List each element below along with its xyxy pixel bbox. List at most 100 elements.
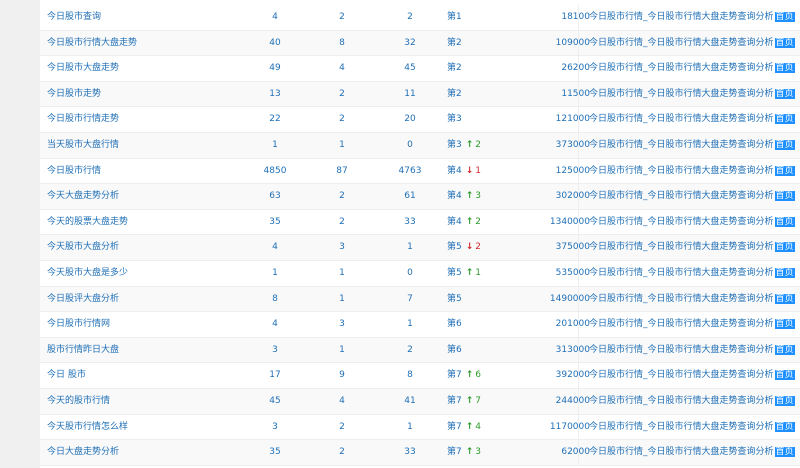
rank-text: 第6 [447,344,462,355]
table-row: 今日股市走势 13 2 11 第2 11500 今日股市行情_今日股市行情大盘走势查询分析首… [40,81,800,108]
page-title-link[interactable]: 今日股市行情_今日股市行情大盘走势查询分析 首页 [589,133,800,159]
home-badge[interactable]: 首页 [774,165,795,176]
home-badge[interactable]: 首页 [774,396,795,406]
keyword-link[interactable]: 今天股市大盘分析 [47,235,227,261]
page-title-link[interactable]: 今日股市行情_今日股市行情大盘走势查询分析 首页 [589,56,800,82]
title-text[interactable]: 今日股市行情_今日股市行情大盘走势查询分析 [589,89,774,99]
title-text[interactable]: 今日股市行情_今日股市行情大盘走势查询分析 [589,370,774,380]
home-badge[interactable]: 首页 [774,370,795,381]
title-text[interactable]: 今日股市行情_今日股市行情大盘走势查询分析 [589,422,774,432]
stat-pc: 1 [339,268,345,278]
home-badge[interactable]: 首页 [774,216,795,227]
home-badge[interactable]: 首页 [774,242,795,253]
keyword-link[interactable]: 今日 股市 [47,363,227,389]
keyword-link[interactable]: 股市行情昨日大盘 [47,338,227,364]
home-badge[interactable]: 首页 [774,88,795,99]
keyword-link[interactable]: 今天的股市行情 [47,389,227,415]
keyword-link[interactable]: 今日股市行情网 [47,312,227,338]
page-title-link[interactable]: 今日股市行情_今日股市行情大盘走势查询分析 首页 [589,389,800,415]
page-title-link[interactable]: 今日股市行情_今日股市行情大盘走势查询分析 首页 [589,5,800,31]
keyword-link[interactable]: 今日股市大盘走势 [47,56,227,82]
keyword-link[interactable]: 今日股市查询 [47,5,227,31]
title-text[interactable]: 今日股市行情_今日股市行情大盘走势查询分析 [589,242,774,252]
rank-text: 第7 [447,396,462,406]
stat-pc: 2 [339,12,345,22]
home-badge[interactable]: 首页 [774,12,795,22]
keyword-link[interactable]: 今天大盘走势分析 [47,184,227,210]
home-badge[interactable]: 首页 [774,191,795,202]
page-title-link[interactable]: 今日股市行情_今日股市行情大盘走势查询分析 首页 [589,287,800,313]
page-title-link[interactable]: 今日股市行情_今日股市行情大盘走势查询分析 首页 [589,107,800,133]
keyword-link[interactable]: 今日股市行情大盘走势 [47,31,227,57]
title-text[interactable]: 今日股市行情_今日股市行情大盘走势查询分析 [589,319,774,329]
home-badge[interactable]: 首页 [774,114,795,125]
home-badge[interactable]: 首页 [774,421,795,432]
page-title-link[interactable]: 今日股市行情_今日股市行情大盘走势查询分析 首页 [589,31,800,57]
home-badge[interactable]: 首页 [774,140,795,150]
stat-pc: 4 [339,63,345,74]
home-badge[interactable]: 首页 [774,37,795,48]
title-text[interactable]: 今日股市行情_今日股市行情大盘走势查询分析 [589,396,774,406]
title-text[interactable]: 今日股市行情_今日股市行情大盘走势查询分析 [589,114,774,124]
column-divider [578,312,579,338]
stat-total: 22 [269,114,281,125]
stat-total: 8 [272,293,278,304]
page-title-link[interactable]: 今日股市行情_今日股市行情大盘走势查询分析 首页 [589,338,800,364]
arrow-up-icon: ↑ [465,396,474,406]
page-title-link[interactable]: 今日股市行情_今日股市行情大盘走势查询分析 首页 [589,159,800,185]
home-badge[interactable]: 首页 [774,319,795,330]
keyword-link[interactable]: 今天股市大盘是多少 [47,261,227,287]
rank-text: 第1 [447,12,462,22]
home-badge[interactable]: 首页 [774,63,795,74]
column-divider [578,414,579,441]
keyword-link[interactable]: 今日股评大盘分析 [47,287,227,313]
page-title-link[interactable]: 今日股市行情_今日股市行情大盘走势查询分析 首页 [589,184,800,210]
keyword-link[interactable]: 今日股市行情 [47,159,227,185]
column-divider [578,209,579,236]
home-badge[interactable]: 首页 [774,268,795,278]
rank-text: 第7 [447,447,462,458]
home-badge[interactable]: 首页 [774,344,795,355]
title-text[interactable]: 今日股市行情_今日股市行情大盘走势查询分析 [589,294,774,304]
rank-text: 第5 [447,293,462,304]
title-text[interactable]: 今日股市行情_今日股市行情大盘走势查询分析 [589,217,774,227]
page-title-link[interactable]: 今日股市行情_今日股市行情大盘走势查询分析 首页 [589,235,800,261]
keyword-link[interactable]: 今天股市行情怎么样 [47,415,227,441]
keyword-link[interactable]: 当天股市大盘行情 [47,133,227,159]
column-divider [578,363,579,389]
keyword-link[interactable]: 今天的股票大盘走势 [47,210,227,236]
rank-change: 4 [475,421,482,432]
table-row: 今日股市大盘走势 49 4 45 第2 26200 今日股市行情_今日股市行情大盘走势查询分… [40,56,800,82]
title-text[interactable]: 今日股市行情_今日股市行情大盘走势查询分析 [589,166,774,176]
title-text[interactable]: 今日股市行情_今日股市行情大盘走势查询分析 [589,63,774,73]
page-title-link[interactable]: 今日股市行情_今日股市行情大盘走势查询分析 首页 [589,82,800,108]
home-badge[interactable]: 首页 [774,293,795,304]
stat-pc: 1 [339,293,345,304]
page-title-link[interactable]: 今日股市行情_今日股市行情大盘走势查询分析 首页 [589,415,800,441]
rank-change: 1 [475,268,482,278]
page-title-link[interactable]: 今日股市行情_今日股市行情大盘走势查询分析 首页 [589,261,800,287]
stat-total: 17 [269,370,281,381]
keyword-link[interactable]: 今日股市走势 [47,82,227,108]
title-text[interactable]: 今日股市行情_今日股市行情大盘走势查询分析 [589,140,774,150]
home-badge[interactable]: 首页 [774,447,795,458]
keyword-link[interactable]: 今日股市行情走势 [47,107,227,133]
column-divider [578,440,579,466]
page-title-link[interactable]: 今日股市行情_今日股市行情大盘走势查询分析 首页 [589,363,800,389]
title-text[interactable]: 今日股市行情_今日股市行情大盘走势查询分析 [589,12,774,22]
title-text[interactable]: 今日股市行情_今日股市行情大盘走势查询分析 [589,447,774,457]
column-divider [578,337,579,364]
stat-total: 4 [272,12,278,22]
rank-text: 第3 [447,114,462,125]
rank-text: 第2 [447,88,462,99]
table-row: 今日股市行情网 4 3 1 第6 201000 今日股市行情_今日股市行情大盘走势查询分析首… [40,312,800,338]
keyword-link[interactable]: 今日大盘走势分析 [47,440,227,466]
page-title-link[interactable]: 今日股市行情_今日股市行情大盘走势查询分析 首页 [589,440,800,466]
page-title-link[interactable]: 今日股市行情_今日股市行情大盘走势查询分析 首页 [589,312,800,338]
page-title-link[interactable]: 今日股市行情_今日股市行情大盘走势查询分析 首页 [589,210,800,236]
title-text[interactable]: 今日股市行情_今日股市行情大盘走势查询分析 [589,191,774,201]
title-text[interactable]: 今日股市行情_今日股市行情大盘走势查询分析 [589,345,774,355]
title-text[interactable]: 今日股市行情_今日股市行情大盘走势查询分析 [589,268,774,278]
title-text[interactable]: 今日股市行情_今日股市行情大盘走势查询分析 [589,38,774,48]
table-row: 当天股市大盘行情 1 1 0 第3 ↑ 2 373000 今日股市行情_今日股市行情大盘走势查询… [40,133,800,159]
